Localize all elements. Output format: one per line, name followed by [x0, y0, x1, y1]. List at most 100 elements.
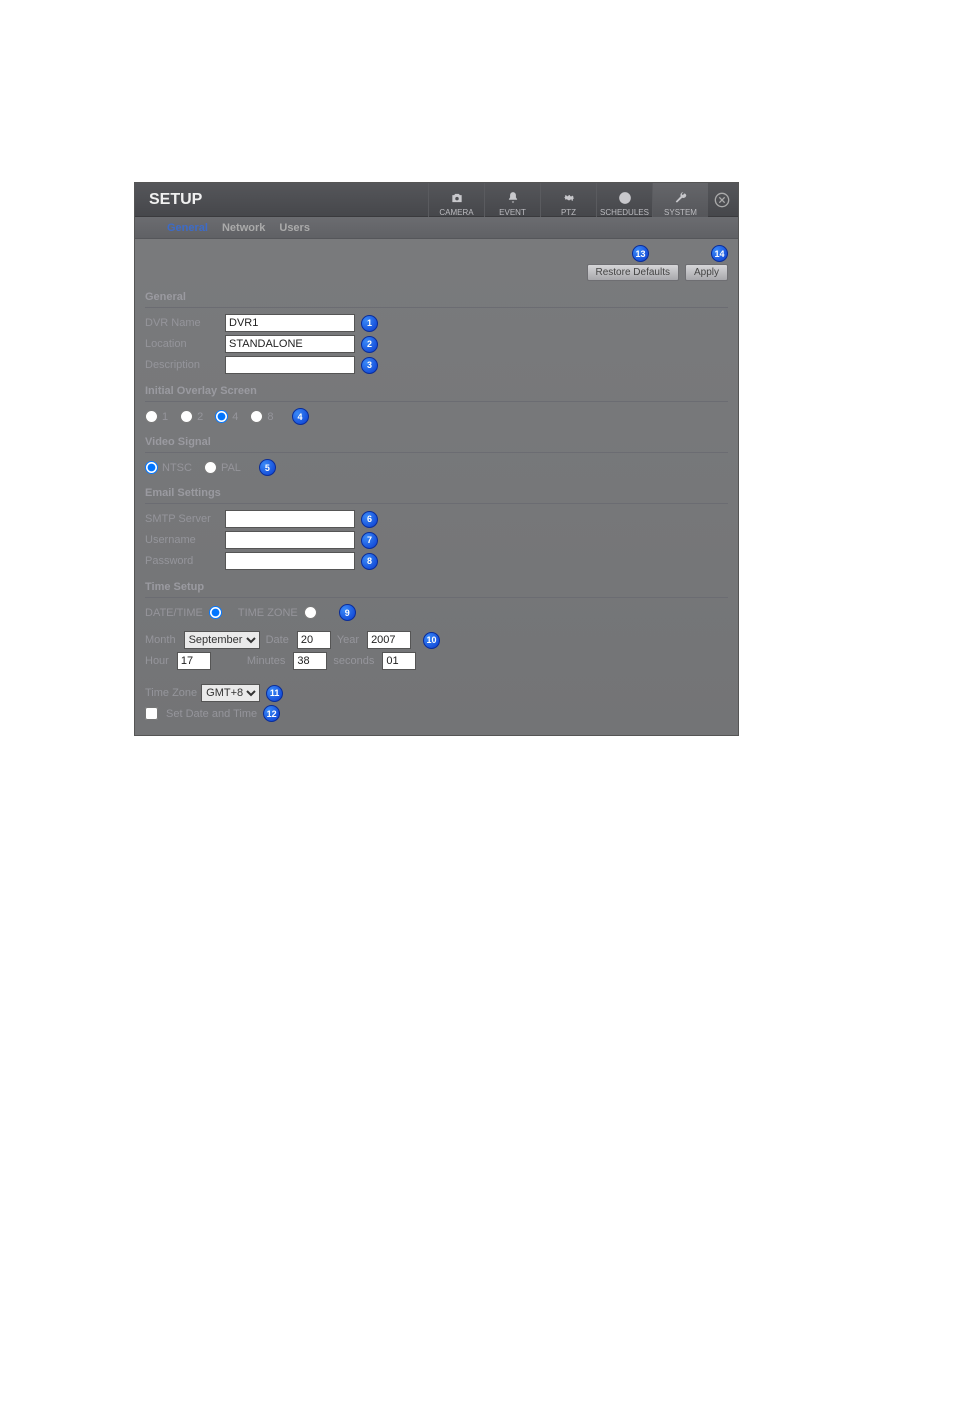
set-datetime-checkbox[interactable] [145, 707, 158, 720]
overlay-8[interactable]: 8 [250, 410, 273, 423]
time-mode-tz-label: TIME ZONE [238, 607, 298, 619]
overlay-1-label: 1 [162, 411, 168, 423]
smtp-input[interactable] [225, 510, 355, 528]
timezone-select[interactable]: GMT+8 [201, 684, 260, 702]
date-label: Date [266, 634, 289, 646]
nav-ptz-label: PTZ [561, 208, 576, 217]
marker-13: 13 [632, 245, 649, 262]
nav-event[interactable]: EVENT [484, 183, 540, 217]
overlay-8-radio[interactable] [250, 410, 263, 423]
marker-2: 2 [361, 336, 378, 353]
marker-6: 6 [361, 511, 378, 528]
hour-input[interactable] [177, 652, 211, 670]
tab-users[interactable]: Users [279, 222, 310, 234]
description-label: Description [145, 359, 225, 371]
password-label: Password [145, 555, 225, 567]
camera-icon [450, 190, 464, 206]
dvr-name-label: DVR Name [145, 317, 225, 329]
nav-ptz[interactable]: PTZ [540, 183, 596, 217]
marker-14: 14 [711, 245, 728, 262]
nav-system[interactable]: SYSTEM [652, 183, 708, 217]
description-input[interactable] [225, 356, 355, 374]
action-row: 13 14 [135, 239, 738, 264]
close-icon [714, 192, 730, 208]
time-mode-datetime[interactable]: DATE/TIME [145, 606, 226, 619]
overlay-2-radio[interactable] [180, 410, 193, 423]
section-time: Time Setup [145, 573, 728, 598]
overlay-4-radio[interactable] [215, 410, 228, 423]
time-mode-datetime-radio[interactable] [209, 606, 222, 619]
close-button[interactable] [712, 190, 732, 210]
nav-system-label: SYSTEM [664, 208, 697, 217]
set-datetime[interactable]: Set Date and Time [145, 707, 257, 720]
timezone-label: Time Zone [145, 687, 197, 699]
month-label: Month [145, 634, 176, 646]
section-overlay: Initial Overlay Screen [145, 377, 728, 402]
video-pal[interactable]: PAL [204, 461, 241, 474]
setup-window: SETUP CAMERA EVENT PTZ [134, 182, 739, 736]
minutes-input[interactable] [293, 652, 327, 670]
nav-event-label: EVENT [499, 208, 526, 217]
video-pal-label: PAL [221, 462, 241, 474]
marker-10: 10 [423, 632, 440, 649]
video-ntsc[interactable]: NTSC [145, 461, 192, 474]
gear-icon [562, 190, 576, 206]
restore-defaults-label: Restore Defaults [596, 267, 670, 278]
overlay-4-label: 4 [232, 411, 238, 423]
overlay-1[interactable]: 1 [145, 410, 168, 423]
nav-schedules-label: SCHEDULES [600, 208, 649, 217]
nav-camera[interactable]: CAMERA [428, 183, 484, 217]
nav-camera-label: CAMERA [439, 208, 473, 217]
video-ntsc-label: NTSC [162, 462, 192, 474]
tab-network[interactable]: Network [222, 222, 265, 234]
subtabs: General Network Users [135, 217, 738, 239]
overlay-2-label: 2 [197, 411, 203, 423]
form-panel: General DVR Name 1 Location 2 Descriptio… [135, 283, 738, 735]
marker-4: 4 [292, 408, 309, 425]
marker-9: 9 [339, 604, 356, 621]
top-nav: CAMERA EVENT PTZ SCHEDULES [428, 183, 708, 217]
restore-defaults-button[interactable]: Restore Defaults [587, 264, 679, 281]
bell-icon [506, 190, 520, 206]
overlay-4[interactable]: 4 [215, 410, 238, 423]
marker-8: 8 [361, 553, 378, 570]
marker-5: 5 [259, 459, 276, 476]
action-buttons: Restore Defaults Apply [135, 264, 738, 283]
section-video: Video Signal [145, 428, 728, 453]
section-email: Email Settings [145, 479, 728, 504]
time-mode-tz[interactable]: TIME ZONE [238, 606, 321, 619]
hour-label: Hour [145, 655, 169, 667]
tab-general[interactable]: General [167, 222, 208, 234]
dvr-name-input[interactable] [225, 314, 355, 332]
date-input[interactable] [297, 631, 331, 649]
overlay-2[interactable]: 2 [180, 410, 203, 423]
minutes-label: Minutes [247, 655, 286, 667]
marker-7: 7 [361, 532, 378, 549]
window-title: SETUP [135, 191, 428, 209]
smtp-label: SMTP Server [145, 513, 225, 525]
marker-3: 3 [361, 357, 378, 374]
year-label: Year [337, 634, 359, 646]
overlay-8-label: 8 [267, 411, 273, 423]
seconds-input[interactable] [382, 652, 416, 670]
location-input[interactable] [225, 335, 355, 353]
location-label: Location [145, 338, 225, 350]
set-datetime-label: Set Date and Time [166, 708, 257, 720]
marker-1: 1 [361, 315, 378, 332]
titlebar: SETUP CAMERA EVENT PTZ [135, 183, 738, 217]
seconds-label: seconds [333, 655, 374, 667]
username-input[interactable] [225, 531, 355, 549]
video-ntsc-radio[interactable] [145, 461, 158, 474]
nav-schedules[interactable]: SCHEDULES [596, 183, 652, 217]
password-input[interactable] [225, 552, 355, 570]
section-general: General [145, 283, 728, 308]
overlay-1-radio[interactable] [145, 410, 158, 423]
marker-12: 12 [263, 705, 280, 722]
clock-icon [618, 190, 632, 206]
username-label: Username [145, 534, 225, 546]
month-select[interactable]: September [184, 631, 260, 649]
apply-button[interactable]: Apply [685, 264, 728, 281]
time-mode-tz-radio[interactable] [304, 606, 317, 619]
video-pal-radio[interactable] [204, 461, 217, 474]
year-input[interactable] [367, 631, 411, 649]
